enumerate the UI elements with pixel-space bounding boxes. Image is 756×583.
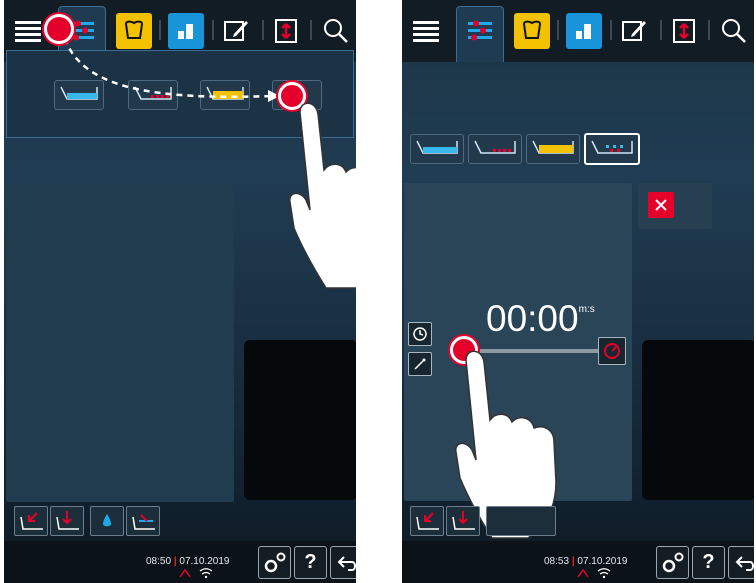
empty-button[interactable] [486, 506, 556, 536]
probe-mode-button[interactable] [408, 352, 432, 376]
close-button[interactable] [648, 192, 674, 218]
back-icon[interactable] [728, 546, 754, 579]
touch-point-start [44, 14, 74, 44]
status-date: 07.10.2019 [577, 556, 628, 567]
settings-icon[interactable] [258, 546, 291, 579]
status-time-date: 08:53 | 07.10.2019 [544, 556, 628, 567]
timer-display: 00:00m:s [486, 298, 595, 340]
probe-icon [414, 358, 426, 370]
insert-tray-button[interactable] [446, 506, 480, 536]
search-icon[interactable] [716, 13, 752, 49]
retract-tray-button[interactable] [14, 506, 48, 536]
help-button[interactable]: ? [692, 546, 725, 579]
screen-after: 00:00m:s 08:53 | 07.10.2019 ? [402, 0, 754, 583]
mode-dry-heat[interactable] [468, 134, 522, 164]
connection-icon [577, 568, 611, 579]
timer-unit: m:s [578, 304, 595, 315]
status-time-date: 08:50 | 07.10.2019 [146, 556, 230, 567]
program-icon[interactable] [566, 13, 602, 49]
back-icon[interactable] [330, 546, 356, 579]
insert-tray-button[interactable] [50, 506, 84, 536]
menu-icon[interactable] [408, 13, 444, 49]
timer-mode-button[interactable] [408, 322, 432, 346]
mode-steam[interactable] [410, 134, 464, 164]
mode-combination[interactable] [526, 134, 580, 164]
hand-icon [289, 102, 356, 289]
retract-tray-button[interactable] [410, 506, 444, 536]
content-panel [6, 184, 234, 502]
intelligent-cooking-icon[interactable] [514, 13, 550, 49]
timer-icon [413, 327, 427, 341]
close-icon [655, 199, 667, 211]
shift-icon[interactable] [666, 13, 702, 49]
continuous-mode-button[interactable] [598, 337, 626, 365]
edit-icon[interactable] [616, 13, 652, 49]
continuous-icon [604, 343, 620, 359]
cool-down-button[interactable] [126, 506, 160, 536]
timer-value: 00:00 [486, 298, 579, 339]
help-button[interactable]: ? [294, 546, 327, 579]
settings-icon[interactable] [656, 546, 689, 579]
status-time: 08:53 [544, 556, 570, 567]
mode-finishing[interactable] [584, 133, 640, 165]
humidify-button[interactable] [90, 506, 124, 536]
status-time: 08:50 [146, 556, 172, 567]
cooking-modes-icon[interactable] [462, 13, 498, 49]
oven-display [244, 340, 356, 500]
oven-display [642, 340, 754, 500]
connection-icon [179, 568, 213, 579]
status-date: 07.10.2019 [179, 556, 230, 567]
screen-before: 08:50 | 07.10.2019 ? [4, 0, 356, 583]
top-navigation [402, 0, 754, 62]
